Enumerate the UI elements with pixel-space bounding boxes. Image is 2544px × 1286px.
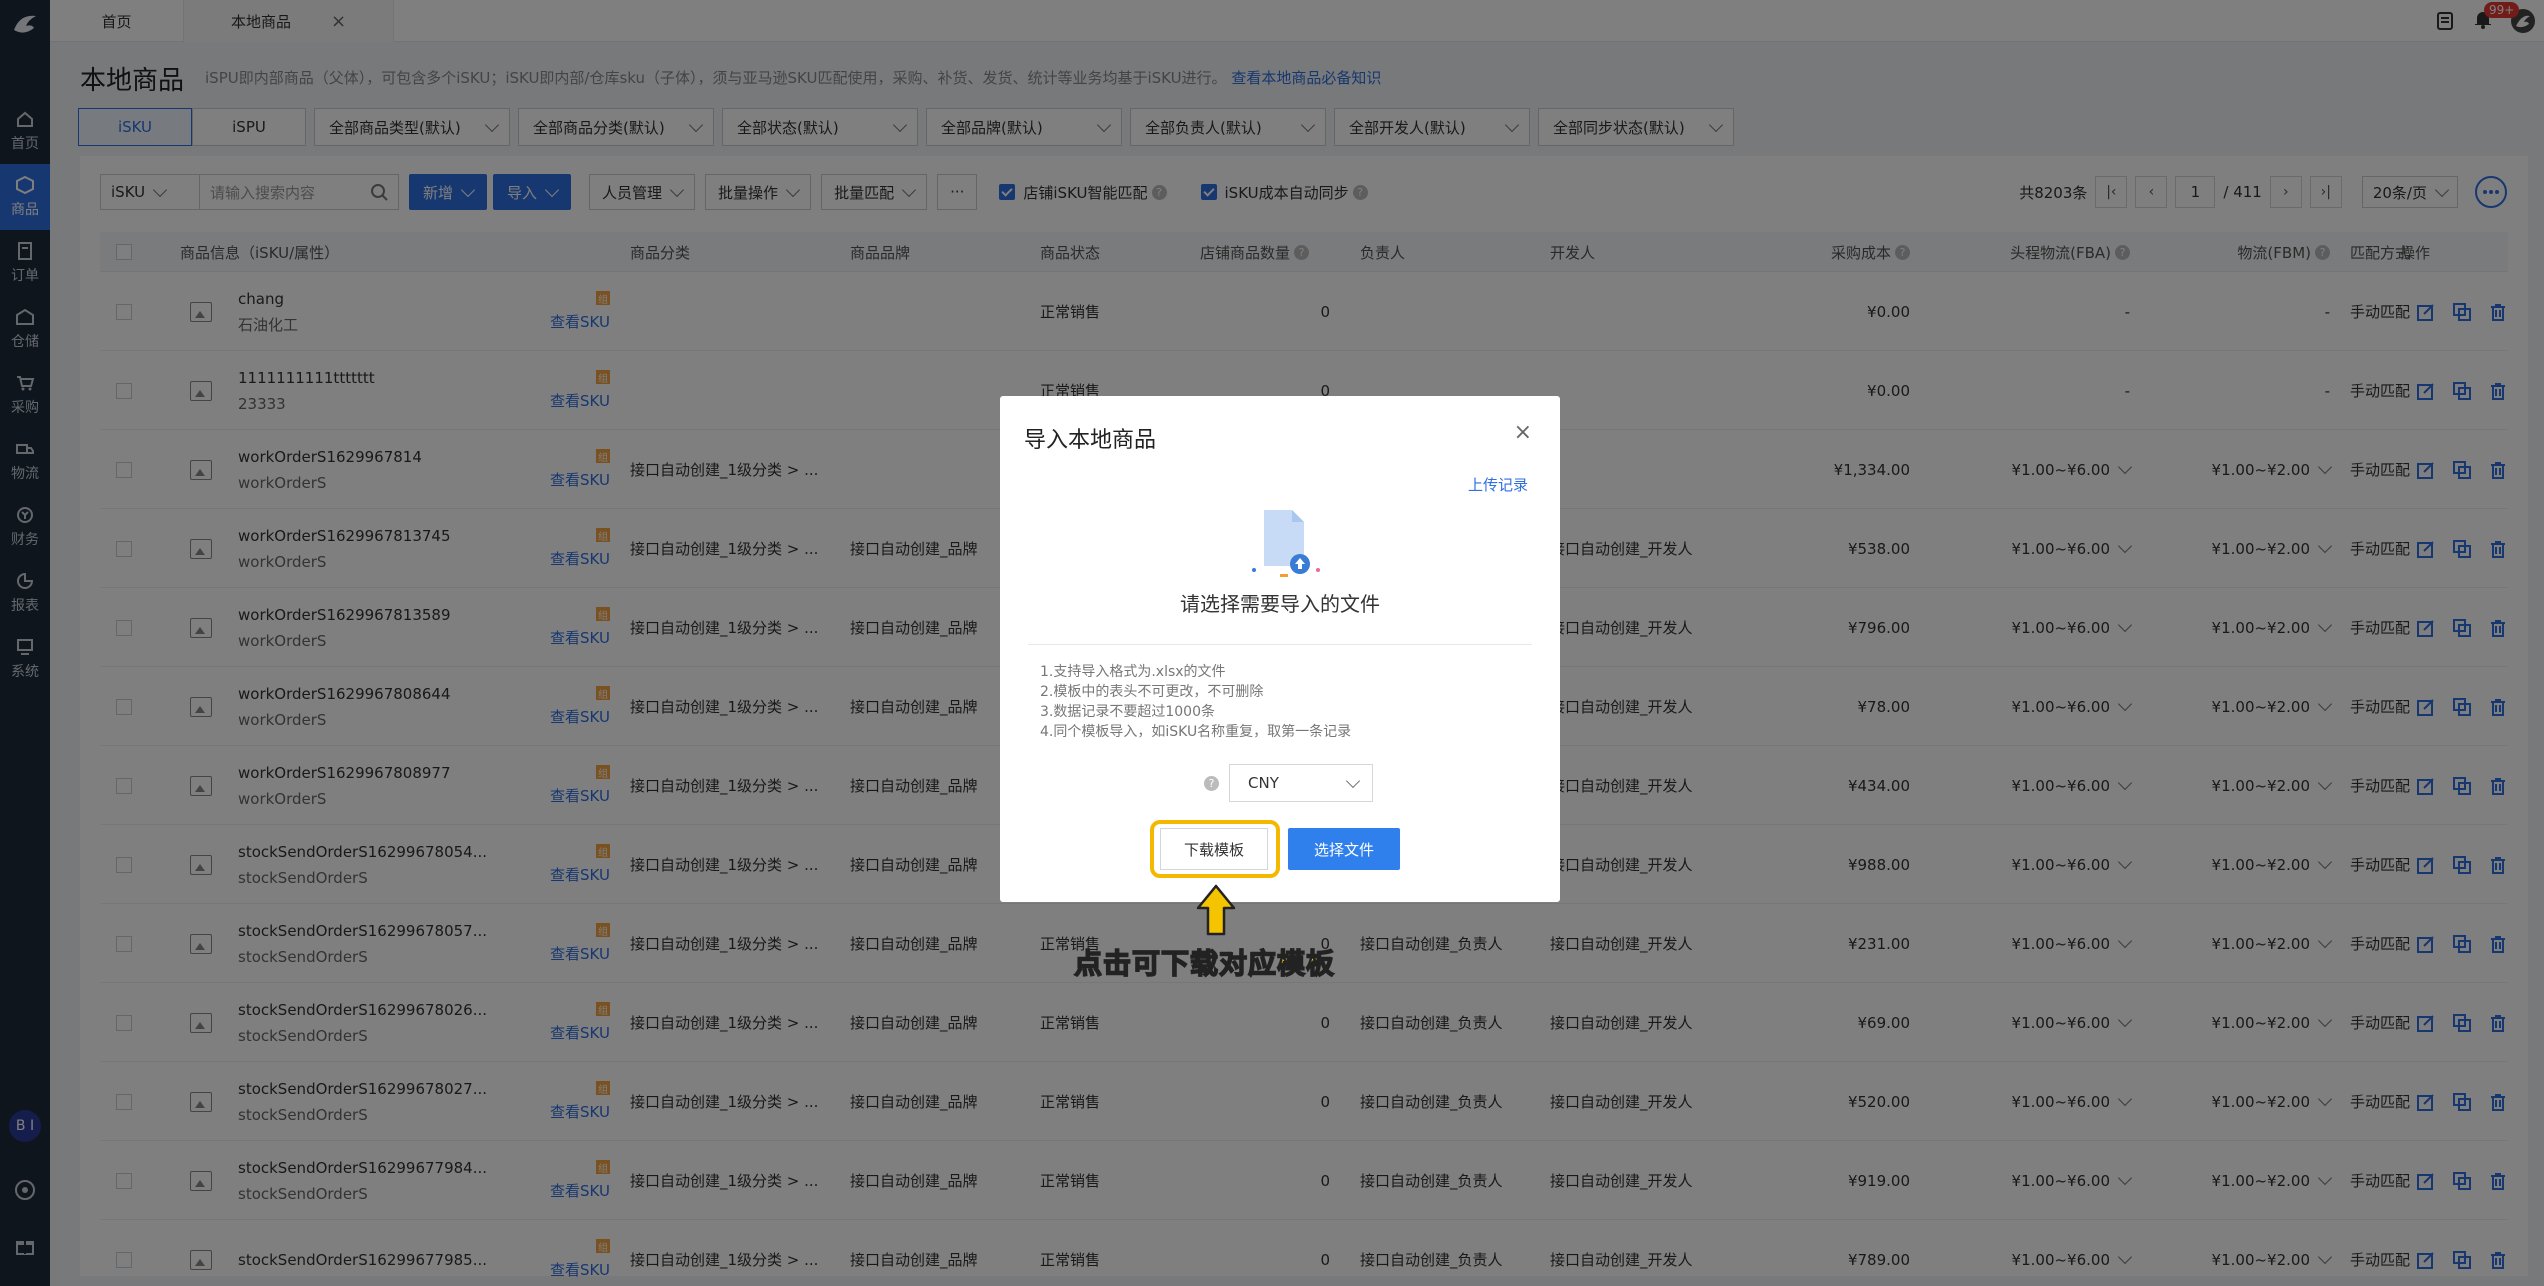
annotation-text: 点击可下载对应模板 — [1073, 946, 1336, 981]
note-item: 4.同个模板导入，如iSKU名称重复，取第一条记录 — [1040, 724, 1352, 740]
chevron-down-icon — [1345, 773, 1361, 788]
import-modal: 导入本地商品 × 上传记录 请选择需要导入的文件 1.支持导入格式为.xlsx的… — [1000, 396, 1560, 902]
up-arrow-icon — [1196, 884, 1236, 936]
upload-log-link[interactable]: 上传记录 — [1468, 474, 1528, 495]
note-item: 2.模板中的表头不可更改，不可删除 — [1040, 684, 1264, 700]
modal-subtitle: 请选择需要导入的文件 — [1180, 592, 1380, 616]
modal-close-icon[interactable]: × — [1514, 420, 1532, 445]
note-item: 1.支持导入格式为.xlsx的文件 — [1040, 664, 1226, 680]
currency-select[interactable]: CNY — [1229, 764, 1373, 802]
divider — [1028, 644, 1532, 645]
import-notes: 1.支持导入格式为.xlsx的文件 2.模板中的表头不可更改，不可删除 3.数据… — [1040, 662, 1351, 742]
file-upload-icon — [1252, 510, 1320, 577]
currency-value: CNY — [1248, 774, 1279, 792]
highlight-frame — [1150, 820, 1280, 878]
currency-row: ? CNY — [1200, 764, 1373, 802]
choose-file-button[interactable]: 选择文件 — [1288, 828, 1400, 870]
note-item: 3.数据记录不要超过1000条 — [1040, 704, 1215, 720]
modal-title: 导入本地商品 — [1024, 428, 1157, 453]
help-icon: ? — [1204, 775, 1219, 791]
